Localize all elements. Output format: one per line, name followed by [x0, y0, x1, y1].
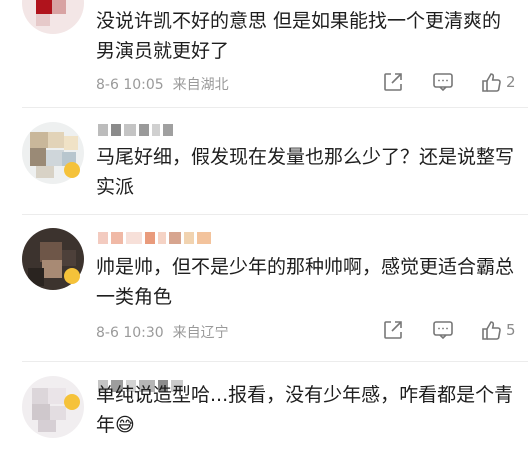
divider [22, 361, 528, 362]
comment-time: 8-6 10:30 [96, 325, 164, 341]
like-button[interactable]: 5 [480, 319, 516, 341]
thumbs-up-icon [482, 73, 501, 92]
user-name[interactable] [98, 124, 176, 136]
comment-meta: 8-6 10:05 来自湖北 [96, 74, 229, 94]
comment-icon [433, 321, 453, 340]
comment-text: 单纯说造型哈...报看，没有少年感，咋看都是个青年😅 [96, 384, 514, 436]
comment-icon [433, 73, 453, 92]
reply-button[interactable] [432, 319, 454, 341]
like-count: 2 [506, 73, 516, 91]
verified-badge [64, 394, 80, 410]
comment-time: 8-6 10:05 [96, 77, 164, 93]
avatar-mosaic [22, 0, 84, 34]
comment-location: 来自辽宁 [172, 325, 229, 341]
user-name[interactable] [98, 232, 214, 244]
thumbs-up-icon [482, 321, 501, 340]
divider [22, 107, 528, 108]
comment-actions: 2 [382, 70, 528, 94]
divider [22, 214, 528, 215]
comment-item: 帅是帅，但不是少年的那种帅啊，感觉更适合霸总一类角色 8-6 10:30 来自辽… [0, 218, 528, 358]
verified-badge [64, 268, 80, 284]
comment-item: 马尾好细，假发现在发量也那么少了？还是说整写实派 [0, 112, 528, 212]
share-icon [384, 73, 402, 91]
comment-text: 没说许凯不好的意思 但是如果能找一个更清爽的男演员就更好了 [96, 10, 502, 62]
comment-item: 单纯说造型哈...报看，没有少年感，咋看都是个青年😅 [0, 366, 528, 450]
avatar[interactable] [22, 0, 84, 34]
comment-text: 马尾好细，假发现在发量也那么少了？还是说整写实派 [96, 146, 515, 198]
like-button[interactable]: 2 [480, 71, 516, 93]
forward-button[interactable] [382, 319, 404, 341]
forward-button[interactable] [382, 71, 404, 93]
comment-actions: 5 [382, 318, 528, 342]
comment-meta: 8-6 10:30 来自辽宁 [96, 322, 229, 342]
comment-item: 没说许凯不好的意思 但是如果能找一个更清爽的男演员就更好了 8-6 10:05 … [0, 0, 528, 104]
comment-text: 帅是帅，但不是少年的那种帅啊，感觉更适合霸总一类角色 [96, 256, 515, 308]
share-icon [384, 321, 402, 339]
verified-badge [64, 162, 80, 178]
like-count: 5 [506, 321, 516, 339]
comment-location: 来自湖北 [172, 77, 229, 93]
reply-button[interactable] [432, 71, 454, 93]
